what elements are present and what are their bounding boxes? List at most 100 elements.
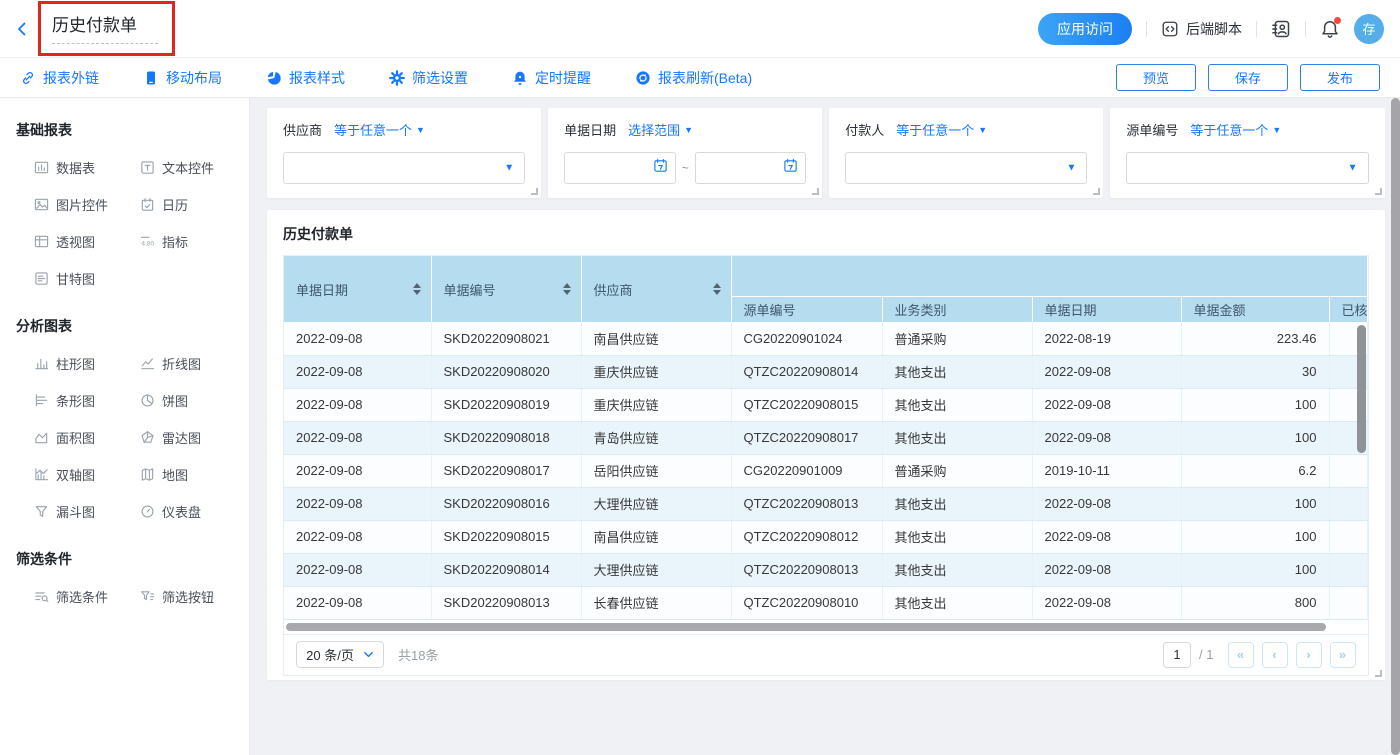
tab-report-style[interactable]: 报表样式 [266, 68, 345, 88]
filter-widget-supplier[interactable]: 供应商 等于任意一个▼ ▼ [267, 108, 541, 198]
column-header-supplier[interactable]: 供应商 [581, 256, 731, 322]
column-chart-icon [34, 356, 49, 371]
section-filter-conditions: 筛选条件 筛选条件 筛选按钮 [16, 549, 249, 606]
sidebar-item-calendar[interactable]: 日历 [140, 195, 249, 214]
current-page-input[interactable]: 1 [1163, 642, 1191, 668]
sort-icon[interactable] [413, 283, 421, 295]
column-header-source-date[interactable]: 单据日期 [1032, 296, 1181, 322]
report-title[interactable]: 历史付款单 [52, 11, 158, 36]
sidebar-item-bar-chart[interactable]: 条形图 [34, 391, 140, 410]
body: 基础报表 数据表 文本控件 图片控件 [0, 98, 1400, 755]
sidebar-item-indicator[interactable]: 4,80 指标 [140, 232, 249, 251]
sidebar-item-radar-chart[interactable]: 雷达图 [140, 428, 249, 447]
section-title: 分析图表 [16, 316, 249, 336]
filter-label: 源单编号 [1126, 120, 1178, 139]
section-title: 筛选条件 [16, 549, 249, 569]
topbar: 历史付款单 应用访问 后端脚本 存 [0, 0, 1400, 58]
filter-widget-source-document-number[interactable]: 源单编号 等于任意一个▼ ▼ [1110, 108, 1384, 198]
last-page-button[interactable]: » [1330, 642, 1356, 668]
sidebar-item-area-chart[interactable]: 面积图 [34, 428, 140, 447]
table-row[interactable]: 2022-09-08SKD20220908018青岛供应链QTZC2022090… [284, 421, 1367, 454]
date-start-input[interactable] [564, 152, 676, 184]
resize-handle[interactable] [531, 188, 538, 195]
table-row[interactable]: 2022-09-08SKD20220908020重庆供应链QTZC2022090… [284, 355, 1367, 388]
sidebar-item-filter-condition[interactable]: 筛选条件 [34, 587, 140, 606]
tab-scheduled-reminder[interactable]: 定时提醒 [512, 68, 591, 88]
filter-widget-document-date[interactable]: 单据日期 选择范围▼ ~ [548, 108, 822, 198]
sidebar-item-column-chart[interactable]: 柱形图 [34, 354, 140, 373]
publish-button[interactable]: 发布 [1300, 64, 1380, 91]
sidebar-item-line-chart[interactable]: 折线图 [140, 354, 249, 373]
resize-handle[interactable] [1375, 188, 1382, 195]
filter-condition-dropdown[interactable]: 等于任意一个▼ [1190, 120, 1281, 139]
table-widget[interactable]: 历史付款单 单据日期 单据编号 供应商 [267, 210, 1385, 680]
resize-handle[interactable] [1093, 188, 1100, 195]
sidebar-item-filter-button[interactable]: 筛选按钮 [140, 587, 249, 606]
filter-condition-dropdown[interactable]: 等于任意一个▼ [334, 120, 425, 139]
divider [1256, 21, 1257, 37]
table-row[interactable]: 2022-09-08SKD20220908019重庆供应链QTZC2022090… [284, 388, 1367, 421]
table-box: 单据日期 单据编号 供应商 源单编号 业务类别 单据日期 单据金额 已核销 [283, 255, 1369, 676]
page-size-select[interactable]: 20 条/页 [296, 641, 384, 668]
backend-script-button[interactable]: 后端脚本 [1161, 19, 1242, 39]
tab-report-external-link[interactable]: 报表外链 [20, 68, 99, 88]
chevron-down-icon: ▼ [978, 125, 987, 135]
radar-chart-icon [140, 430, 155, 445]
table-vertical-scrollbar[interactable] [1357, 325, 1366, 453]
supplier-select[interactable]: ▼ [283, 152, 525, 184]
filter-condition-dropdown[interactable]: 等于任意一个▼ [896, 120, 987, 139]
payer-select[interactable]: ▼ [845, 152, 1087, 184]
column-group-header [731, 256, 1367, 296]
prev-page-button[interactable]: ‹ [1262, 642, 1288, 668]
user-avatar[interactable]: 存 [1354, 14, 1384, 44]
table-horizontal-scrollbar[interactable] [286, 623, 1326, 631]
sidebar-item-data-table[interactable]: 数据表 [34, 158, 140, 177]
table-row[interactable]: 2022-09-08SKD20220908014大理供应链QTZC2022090… [284, 553, 1367, 586]
date-end-input[interactable] [695, 152, 807, 184]
save-button[interactable]: 保存 [1208, 64, 1288, 91]
chevron-down-icon: ▼ [1272, 125, 1281, 135]
sidebar-item-text-widget[interactable]: 文本控件 [140, 158, 249, 177]
sidebar-item-dual-axis-chart[interactable]: 双轴图 [34, 465, 140, 484]
sort-icon[interactable] [713, 283, 721, 295]
data-table-icon [34, 160, 49, 175]
filter-condition-dropdown[interactable]: 选择范围▼ [628, 120, 693, 139]
column-header-doc-date[interactable]: 单据日期 [284, 256, 431, 322]
sidebar-item-pivot-table[interactable]: 透视图 [34, 232, 140, 251]
resize-handle[interactable] [812, 188, 819, 195]
sidebar-item-funnel-chart[interactable]: 漏斗图 [34, 502, 140, 521]
section-analysis-charts: 分析图表 柱形图 折线图 条形图 [16, 316, 249, 521]
notification-bell-icon[interactable] [1320, 19, 1340, 39]
table-row[interactable]: 2022-09-08SKD20220908016大理供应链QTZC2022090… [284, 487, 1367, 520]
first-page-button[interactable]: « [1228, 642, 1254, 668]
table-row[interactable]: 2022-09-08SKD20220908021南昌供应链CG202209010… [284, 322, 1367, 355]
tab-filter-settings[interactable]: 筛选设置 [389, 68, 468, 88]
address-book-icon[interactable] [1271, 19, 1291, 39]
sidebar-item-gantt[interactable]: 甘特图 [34, 269, 140, 288]
back-button[interactable] [14, 18, 36, 40]
sidebar-item-image-widget[interactable]: 图片控件 [34, 195, 140, 214]
sidebar-item-map[interactable]: 地图 [140, 465, 249, 484]
sidebar-item-pie-chart[interactable]: 饼图 [140, 391, 249, 410]
chevron-down-icon: ▼ [504, 163, 514, 174]
source-document-number-select[interactable]: ▼ [1126, 152, 1368, 184]
column-header-business-type[interactable]: 业务类别 [882, 296, 1032, 322]
column-header-doc-number[interactable]: 单据编号 [431, 256, 581, 322]
tab-report-refresh[interactable]: 报表刷新(Beta) [635, 68, 752, 88]
sort-icon[interactable] [563, 283, 571, 295]
column-header-source-number[interactable]: 源单编号 [731, 296, 882, 322]
sidebar-item-gauge[interactable]: 仪表盘 [140, 502, 249, 521]
preview-button[interactable]: 预览 [1116, 64, 1196, 91]
table-row[interactable]: 2022-09-08SKD20220908013长春供应链QTZC2022090… [284, 586, 1367, 619]
pie-style-icon [266, 70, 282, 86]
next-page-button[interactable]: › [1296, 642, 1322, 668]
tab-mobile-layout[interactable]: 移动布局 [143, 68, 222, 88]
page-scrollbar[interactable] [1391, 98, 1400, 755]
column-header-written-off[interactable]: 已核销 [1329, 296, 1367, 322]
filter-widget-payer[interactable]: 付款人 等于任意一个▼ ▼ [829, 108, 1103, 198]
table-row[interactable]: 2022-09-08SKD20220908017岳阳供应链CG202209010… [284, 454, 1367, 487]
table-row[interactable]: 2022-09-08SKD20220908015南昌供应链QTZC2022090… [284, 520, 1367, 553]
resize-handle[interactable] [1375, 670, 1382, 677]
app-access-button[interactable]: 应用访问 [1038, 13, 1132, 45]
column-header-amount[interactable]: 单据金额 [1181, 296, 1329, 322]
